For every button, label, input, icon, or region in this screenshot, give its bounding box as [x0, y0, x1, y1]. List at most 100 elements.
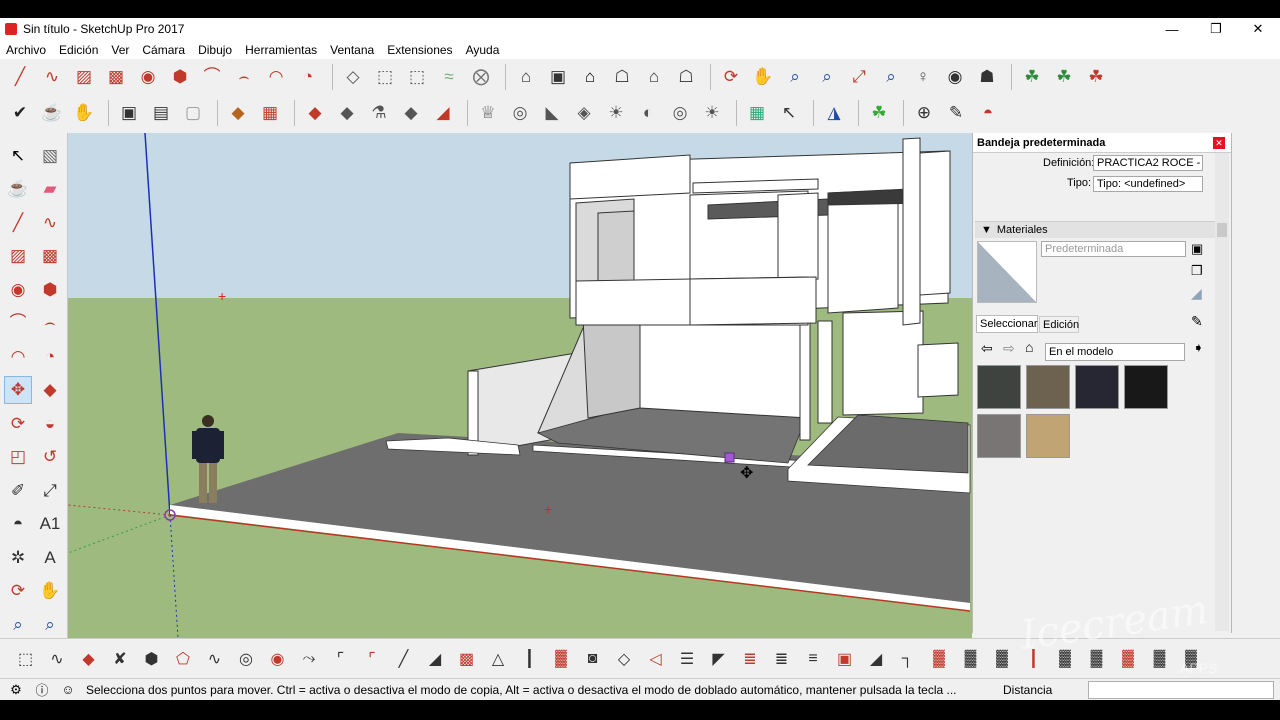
left-view-icon[interactable]: ☖	[672, 63, 700, 91]
menu-cámara[interactable]: Cámara	[142, 43, 185, 57]
bottom-tool-8[interactable]: ◎	[233, 646, 260, 672]
polygon-tool[interactable]: ⬢	[166, 63, 194, 91]
color-palette-icon[interactable]: ▦	[743, 99, 771, 127]
drape-tool[interactable]: ⨂	[467, 63, 495, 91]
fog-icon[interactable]: ◐	[634, 99, 662, 127]
material-swatch[interactable]	[1124, 365, 1168, 409]
menu-dibujo[interactable]: Dibujo	[198, 43, 232, 57]
pie-tool[interactable]: ◔	[294, 63, 322, 91]
maximize-button[interactable]: ❐	[1194, 18, 1238, 40]
bottom-tool-2[interactable]: ∿	[44, 646, 71, 672]
zoom-extents-tool[interactable]: ⤢	[845, 63, 873, 91]
sandbox-scratch-tool[interactable]: ⬚	[371, 63, 399, 91]
bottom-tool-17[interactable]: ┃	[516, 646, 543, 672]
home-icon[interactable]: ⌂	[1025, 339, 1033, 355]
bottom-tool-15[interactable]: ▩	[453, 646, 480, 672]
follow-me-icon[interactable]: ◆	[301, 99, 329, 127]
axes-tool[interactable]: ✲	[4, 543, 32, 571]
distance-input[interactable]	[1088, 681, 1274, 699]
bottom-tool-31[interactable]: ▓	[957, 646, 984, 672]
protractor-icon[interactable]: ◓	[974, 99, 1002, 127]
bottom-tool-3[interactable]: ◆	[75, 646, 102, 672]
scale-tool[interactable]: ◰	[4, 443, 32, 471]
material-swatch[interactable]	[977, 365, 1021, 409]
definition-field[interactable]: PRACTICA2 ROCE - Vis	[1093, 155, 1203, 171]
iso-view-icon[interactable]: ⌂	[512, 63, 540, 91]
crosshair-icon[interactable]: ⊕	[910, 99, 938, 127]
material-swatch[interactable]	[1075, 365, 1119, 409]
three-point-arc-tool[interactable]: ◠	[262, 63, 290, 91]
bottom-tool-12[interactable]: ⌜	[359, 646, 386, 672]
sun-icon[interactable]: ☀	[698, 99, 726, 127]
trim-icon[interactable]: ◆	[397, 99, 425, 127]
style-hidden-icon[interactable]: ◎	[506, 99, 534, 127]
style-wireframe-icon[interactable]: ♕	[474, 99, 502, 127]
text-tool[interactable]: A1	[36, 510, 64, 538]
bottom-tool-13[interactable]: ╱	[390, 646, 417, 672]
zoom-tool[interactable]: ⌕	[781, 63, 809, 91]
paint-bucket-large-icon[interactable]: ☕	[38, 99, 66, 127]
bottom-tool-10[interactable]: ⤳	[296, 646, 323, 672]
bottom-tool-9[interactable]: ◉	[264, 646, 291, 672]
geo-location-icon[interactable]: ⚙	[6, 680, 26, 700]
offset-icon[interactable]: ◆	[333, 99, 361, 127]
bottom-tool-20[interactable]: ◇	[611, 646, 638, 672]
sample-paint-icon[interactable]: ◢	[1191, 285, 1202, 302]
material-swatch[interactable]	[1026, 365, 1070, 409]
previous-view-tool[interactable]: ⌕	[877, 63, 905, 91]
solid-intersect-icon[interactable]: ▦	[256, 99, 284, 127]
type-select[interactable]: Tipo: <undefined>	[1093, 176, 1203, 192]
zoom-window-tool-left[interactable]: ⌕	[36, 610, 64, 638]
details-arrow-icon[interactable]: ➧	[1193, 340, 1204, 356]
menu-ver[interactable]: Ver	[111, 43, 129, 57]
two-point-arc-tool-left[interactable]: ⌢	[36, 309, 64, 337]
material-swatch[interactable]	[1026, 414, 1070, 458]
share-model-icon[interactable]: ☘	[1082, 63, 1110, 91]
close-button[interactable]: ✕	[1236, 18, 1280, 40]
bottom-tool-32[interactable]: ▓	[989, 646, 1016, 672]
back-arrow-icon[interactable]: ⇦	[981, 340, 993, 357]
push-pull-tool[interactable]: ◆	[36, 376, 64, 404]
shadows-icon[interactable]: ☀	[602, 99, 630, 127]
line-tool-left[interactable]: ╱	[4, 208, 32, 236]
create-material-icon[interactable]: ▣	[1191, 241, 1203, 257]
tab-seleccionar[interactable]: Seleccionar	[976, 315, 1038, 333]
bottom-tool-28[interactable]: ◢	[863, 646, 890, 672]
library-select[interactable]: En el modelo	[1045, 343, 1185, 361]
scroll-thumb[interactable]	[1217, 223, 1227, 237]
tray-close-button[interactable]: ✕	[1213, 137, 1225, 149]
paint-with-default-icon[interactable]: ❒	[1191, 263, 1203, 279]
cursor-pick-icon[interactable]: ↖	[775, 99, 803, 127]
walk-tool[interactable]: ☗	[973, 63, 1001, 91]
eraser-tool[interactable]: ▰	[36, 175, 64, 203]
bottom-tool-7[interactable]: ∿	[201, 646, 228, 672]
menu-ventana[interactable]: Ventana	[330, 43, 374, 57]
paint-bucket-tool[interactable]: ☕	[4, 175, 32, 203]
eyedropper-icon[interactable]: ✎	[1191, 313, 1203, 330]
bottom-tool-24[interactable]: ≣	[737, 646, 764, 672]
layer-icon[interactable]: ◮	[820, 99, 848, 127]
leaf-icon[interactable]: ☘	[865, 99, 893, 127]
back-view-icon[interactable]: ⌂	[640, 63, 668, 91]
select-large-icon[interactable]: ✔	[6, 99, 34, 127]
bottom-tool-23[interactable]: ◤	[705, 646, 732, 672]
offset-tool[interactable]: ↺	[36, 443, 64, 471]
freehand-tool[interactable]: ∿	[38, 63, 66, 91]
position-camera-tool[interactable]: ♀	[909, 63, 937, 91]
line-tool[interactable]: ╱	[6, 63, 34, 91]
bottom-tool-6[interactable]: ⬠	[170, 646, 197, 672]
zoom-window-tool[interactable]: ⌕	[813, 63, 841, 91]
bottom-tool-5[interactable]: ⬢	[138, 646, 165, 672]
hand-large-icon[interactable]: ✋	[70, 99, 98, 127]
top-view-icon[interactable]: ▣	[544, 63, 572, 91]
select-tool[interactable]: ↖	[4, 141, 32, 169]
two-point-arc-tool[interactable]: ⌢	[230, 63, 258, 91]
section-fill-icon[interactable]: ◈	[570, 99, 598, 127]
stamp-tool[interactable]: ≈	[435, 63, 463, 91]
bottom-tool-37[interactable]: ▓	[1146, 646, 1173, 672]
rectangle-tool-left[interactable]: ▨	[4, 242, 32, 270]
dimension-tool[interactable]: ⤢	[36, 476, 64, 504]
bottom-tool-26[interactable]: ≡	[800, 646, 827, 672]
orbit-tool-left[interactable]: ⟳	[4, 577, 32, 605]
menu-edición[interactable]: Edición	[59, 43, 98, 57]
